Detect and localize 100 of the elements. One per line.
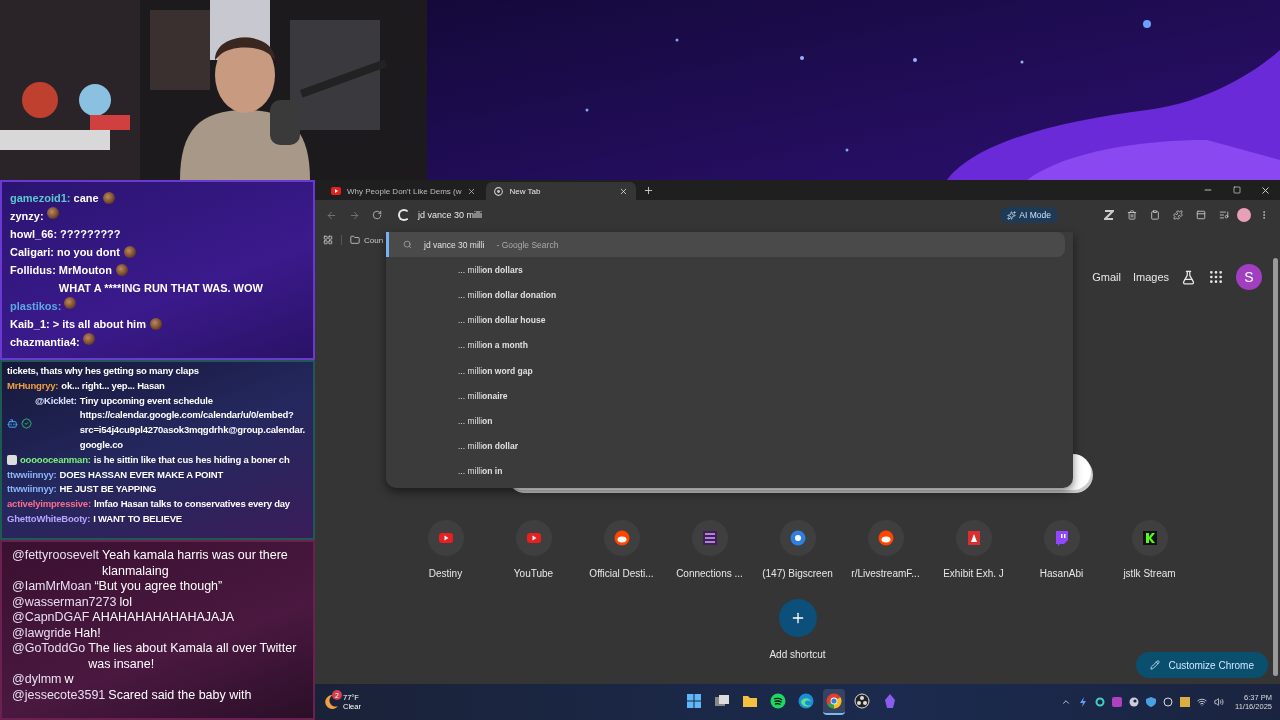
suggestion-item[interactable]: ... million word gap — [386, 357, 1065, 384]
chat-username: gamezoid1: — [10, 191, 71, 206]
document-icon — [965, 530, 982, 546]
recording-app-icon — [854, 693, 870, 709]
network-icon[interactable] — [1197, 697, 1207, 707]
suggestion-item[interactable]: ... million in — [386, 458, 1065, 484]
emote-icon — [82, 333, 95, 345]
chat-message: Hah! — [74, 625, 101, 641]
chat-username: Kaib_1: — [10, 317, 50, 332]
shortcut-tile[interactable]: Connections ... — [665, 520, 754, 579]
chat-message: lol — [119, 594, 132, 610]
chat-message: WHAT A ****ING RUN THAT WAS. WOW — [58, 281, 263, 296]
shortcut-tile[interactable]: r/LivestreamF... — [841, 520, 930, 579]
chat-username: ttwwiinnyy: — [7, 467, 57, 482]
taskbar-app[interactable] — [823, 689, 845, 715]
chat-username: Caligari: — [10, 245, 54, 260]
chat-message: no you dont — [57, 245, 120, 260]
emote-icon — [123, 246, 136, 258]
chat-message: w — [64, 672, 74, 688]
folder-icon — [742, 693, 758, 709]
chat-username: @lawgride — [12, 625, 72, 641]
task-view-icon — [714, 693, 730, 709]
chat-username: zynzy: — [10, 209, 44, 224]
suggestion-item[interactable]: ... millionaire — [386, 383, 1065, 409]
chat-username: plastikos: — [10, 299, 62, 314]
chat-username: MrHungryy: — [7, 378, 59, 393]
profile-avatar[interactable] — [1237, 208, 1251, 222]
chat-message: The lies about Kamala all over Twitter was insane! — [88, 641, 298, 672]
shortcut-tile[interactable]: YouTube — [489, 520, 578, 579]
shortcut-tile[interactable]: Destiny — [401, 520, 490, 579]
volume-icon[interactable] — [1214, 697, 1224, 707]
scrollbar[interactable] — [1273, 258, 1278, 676]
grid-icon — [701, 530, 718, 546]
profile-avatar[interactable]: S — [1236, 264, 1262, 290]
apps-grid-icon[interactable] — [1208, 269, 1224, 285]
chat-message: ok... right... yep... Hasan — [61, 378, 165, 393]
chat-message: MrMouton — [58, 263, 112, 278]
chat-message: tickets, thats why hes getting so many claps — [7, 364, 199, 378]
shortcut-tile[interactable]: Exhibit Exh. J — [929, 520, 1018, 579]
emote-icon — [149, 318, 162, 330]
chat-username: GhettoWhiteBooty: — [7, 511, 91, 526]
new-tab-icon[interactable] — [642, 184, 654, 196]
chat-username: @CapnDGAF — [12, 610, 90, 626]
browser-tab[interactable]: Why People Don't Like Dems (w — [323, 182, 485, 200]
suggestion-item[interactable]: ... million dollar donation — [386, 282, 1065, 308]
chat-username: Follidus: — [10, 263, 56, 278]
chat-username: @jessecote3591 — [12, 687, 106, 703]
emote-icon — [64, 297, 77, 309]
music-app-icon — [770, 693, 786, 709]
folder-icon — [350, 235, 360, 245]
chat-bubble-icon — [1053, 530, 1070, 546]
chat-message: cane — [73, 191, 99, 206]
chat-username: howl_66: — [10, 227, 58, 242]
chevron-up-icon[interactable] — [1061, 697, 1071, 707]
emote-icon — [102, 192, 115, 204]
reload-icon[interactable] — [372, 210, 382, 220]
chat-username: @dylmm — [12, 672, 62, 688]
chat-message: > its all about him — [52, 317, 146, 332]
shield-icon[interactable] — [1146, 697, 1156, 707]
chat-message: AHAHAHAHAHAHAJAJA — [92, 610, 234, 626]
shortcut-tile[interactable]: (147) Bigscreen — [753, 520, 842, 579]
add-shortcut-tile[interactable]: Add shortcut — [769, 599, 826, 660]
bookmark-folder[interactable]: Coun — [341, 235, 384, 245]
back-icon[interactable] — [325, 209, 337, 221]
shortcut-tile[interactable]: Official Desti... — [577, 520, 666, 579]
apps-icon[interactable] — [323, 235, 333, 245]
close-icon[interactable] — [467, 186, 477, 196]
maximize-icon[interactable] — [1232, 186, 1241, 194]
bolt-icon[interactable] — [1078, 697, 1088, 707]
pencil-icon — [1150, 660, 1161, 670]
chat-username: activelyimpressive: — [7, 497, 91, 512]
browser-swirl-icon — [798, 693, 814, 709]
emote-icon — [116, 264, 128, 276]
customize-button[interactable]: Customize Chrome — [1136, 652, 1268, 678]
suggestion-item[interactable]: ... million dollars — [386, 257, 1065, 283]
close-icon[interactable] — [1260, 184, 1271, 196]
forward-icon[interactable] — [348, 209, 360, 221]
suggestion-item[interactable]: ... million dollar house — [386, 307, 1065, 333]
chat-username: @Kicklet: — [35, 393, 77, 408]
close-icon[interactable] — [619, 186, 629, 196]
header-link[interactable]: Images — [1132, 271, 1169, 283]
browser-tab[interactable]: New Tab — [486, 182, 637, 200]
shortcut-tile[interactable]: jstlk Stream — [1105, 520, 1194, 579]
suggestion-item[interactable]: ... million dollar — [386, 433, 1065, 459]
suggestion-item[interactable]: ... million a month — [386, 332, 1065, 358]
play-icon — [331, 187, 341, 195]
tile-icon[interactable] — [1112, 697, 1122, 707]
ai-mode-button[interactable]: AI Mode — [1000, 207, 1058, 223]
header-link[interactable]: Gmail — [1092, 271, 1121, 283]
ring-icon[interactable] — [1095, 697, 1105, 707]
moon-icon — [323, 694, 339, 710]
address-field[interactable]: jd vance 30 milli — [418, 210, 483, 220]
search-icon — [403, 240, 412, 250]
chat-username: chazmantia4: — [10, 335, 80, 350]
windows-icon — [686, 693, 702, 709]
suggestion-item[interactable]: ... million — [386, 408, 1065, 434]
flask-icon[interactable] — [1181, 269, 1196, 285]
chat-message: is he sittin like that cus hes hiding a boner ch — [93, 452, 290, 467]
suggestion-item[interactable]: jd vance 30 milli - Google Search — [386, 232, 1065, 258]
shortcut-tile[interactable]: HasanAbi — [1017, 520, 1106, 579]
